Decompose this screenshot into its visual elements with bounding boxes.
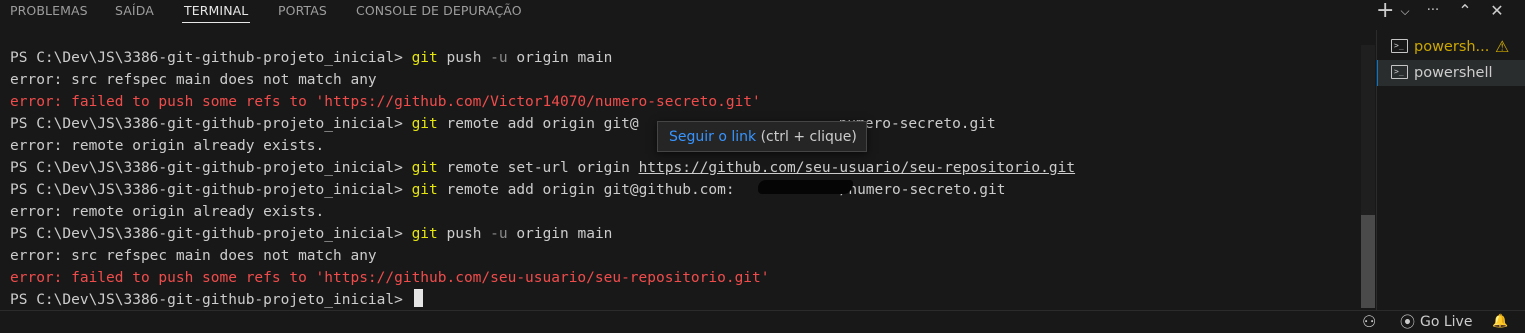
command-git: git	[411, 50, 438, 66]
command-flag: -u	[490, 50, 508, 66]
command-git: git	[411, 226, 438, 242]
command-git: git	[411, 116, 438, 132]
command-arg: remote add origin git@	[446, 116, 639, 132]
terminal-scrollbar-thumb[interactable]	[1361, 215, 1375, 308]
status-bar: ⚇ ⦿ Go Live 🔔	[0, 310, 1525, 333]
terminal-line: PS C:\Dev\JS\3386-git-github-projeto_ini…	[10, 223, 1360, 245]
broadcast-icon[interactable]: ⦿	[1400, 311, 1415, 333]
command-arg: /numero-secreto.git	[839, 182, 1006, 198]
prompt: PS C:\Dev\JS\3386-git-github-projeto_ini…	[10, 182, 403, 198]
follow-link[interactable]: Seguir o link	[669, 129, 756, 145]
terminal-line: PS C:\Dev\JS\3386-git-github-projeto_ini…	[10, 47, 1360, 69]
new-terminal-icon[interactable]: +	[1376, 0, 1394, 22]
terminal-icon: >_	[1391, 39, 1408, 53]
chevron-down-icon[interactable]: ⌵	[1398, 0, 1412, 22]
terminal-line: error: src refspec main does not match a…	[10, 248, 377, 264]
prompt: PS C:\Dev\JS\3386-git-github-projeto_ini…	[10, 292, 403, 308]
terminal-icon: >_	[1391, 65, 1408, 79]
terminal-list-item[interactable]: >_ powershell	[1377, 60, 1525, 86]
notification-bell-icon[interactable]: 🔔	[1492, 311, 1508, 333]
copilot-icon[interactable]: ⚇	[1362, 311, 1376, 333]
command-git: git	[411, 160, 438, 176]
command-git: git	[411, 182, 438, 198]
go-live-button[interactable]: Go Live	[1420, 311, 1472, 333]
prompt: PS C:\Dev\JS\3386-git-github-projeto_ini…	[10, 226, 403, 242]
prompt: PS C:\Dev\JS\3386-git-github-projeto_ini…	[10, 160, 403, 176]
terminal-list: >_ powersh... ⚠ >_ powershell	[1377, 34, 1525, 86]
terminal-line: PS C:\Dev\JS\3386-git-github-projeto_ini…	[10, 157, 1360, 179]
tab-saida[interactable]: SAÍDA	[115, 3, 154, 18]
panel-tab-bar: PROBLEMAS SAÍDA TERMINAL PORTAS CONSOLE …	[0, 0, 1525, 24]
terminal-link[interactable]: https://github.com/seu-usuario/seu-repos…	[639, 160, 1076, 176]
more-actions-icon[interactable]: ···	[1422, 0, 1444, 22]
redaction-scribble	[758, 180, 853, 194]
terminal-line: PS C:\Dev\JS\3386-git-github-projeto_ini…	[10, 289, 1360, 311]
command-arg: origin main	[516, 226, 613, 242]
terminal-error-line: error: failed to push some refs to 'http…	[10, 270, 770, 286]
active-tab-indicator	[182, 22, 250, 23]
command-arg: remote set-url origin	[446, 160, 630, 176]
link-tooltip: Seguir o link (ctrl + clique)	[657, 121, 867, 152]
terminal-line: error: remote origin already exists.	[10, 204, 325, 220]
terminal-error-line: error: failed to push some refs to 'http…	[10, 94, 761, 110]
command-arg: remote add origin git@github.com:	[446, 182, 735, 198]
terminal-name: powershell	[1414, 65, 1493, 81]
command-arg: origin main	[516, 50, 613, 66]
tab-problemas[interactable]: PROBLEMAS	[10, 3, 88, 18]
maximize-panel-icon[interactable]: ⌃	[1456, 0, 1474, 22]
terminal-line: error: src refspec main does not match a…	[10, 72, 377, 88]
warning-icon[interactable]: ⚠	[1495, 35, 1509, 59]
terminal-output[interactable]: PS C:\Dev\JS\3386-git-github-projeto_ini…	[10, 47, 1360, 327]
terminal-name: powersh...	[1414, 39, 1490, 55]
close-panel-icon[interactable]: ✕	[1488, 0, 1506, 22]
tooltip-hint: (ctrl + clique)	[760, 129, 857, 145]
command-flag: -u	[490, 226, 508, 242]
command-arg: push	[446, 50, 482, 66]
terminal-list-item[interactable]: >_ powersh... ⚠	[1377, 34, 1525, 60]
command-arg: push	[446, 226, 482, 242]
tab-portas[interactable]: PORTAS	[278, 3, 327, 18]
terminal-line: PS C:\Dev\JS\3386-git-github-projeto_ini…	[10, 179, 1360, 201]
prompt: PS C:\Dev\JS\3386-git-github-projeto_ini…	[10, 50, 403, 66]
tab-terminal[interactable]: TERMINAL	[184, 3, 248, 18]
terminal-cursor	[413, 289, 423, 307]
prompt: PS C:\Dev\JS\3386-git-github-projeto_ini…	[10, 116, 403, 132]
tab-console-depuracao[interactable]: CONSOLE DE DEPURAÇÃO	[356, 3, 522, 18]
